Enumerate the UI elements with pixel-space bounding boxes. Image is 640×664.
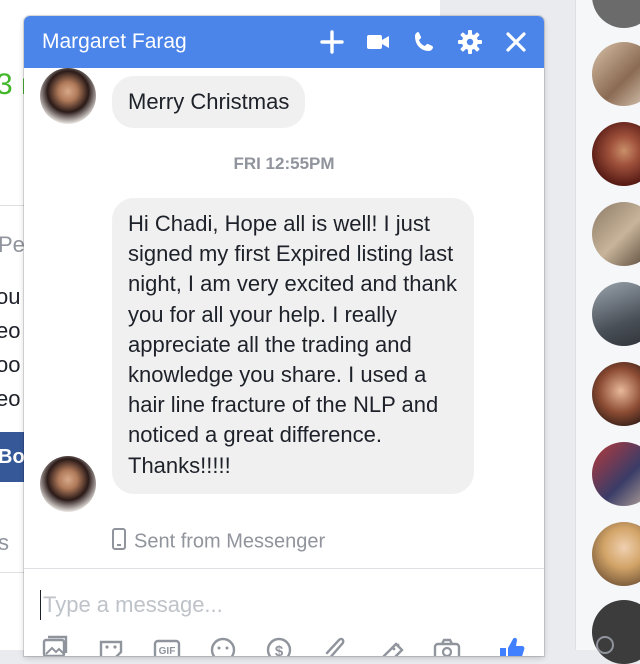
chat-title[interactable]: Margaret Farag xyxy=(42,30,187,54)
video-camera-icon[interactable] xyxy=(364,28,392,56)
message-timestamp: FRI 12:55PM xyxy=(233,154,335,173)
message-bubble: Hi Chadi, Hope all is well! I just signe… xyxy=(112,198,474,494)
plus-icon[interactable] xyxy=(318,28,346,56)
camera-icon[interactable] xyxy=(432,632,462,656)
game-icon[interactable] xyxy=(376,632,406,656)
like-icon[interactable] xyxy=(496,632,526,656)
chat-header: Margaret Farag xyxy=(24,16,544,68)
background-text-fragment: s xyxy=(0,530,9,555)
svg-text:GIF: GIF xyxy=(159,646,176,656)
background-button-label: Bo xyxy=(0,446,25,468)
mobile-phone-icon xyxy=(112,528,126,556)
background-text-line: ou xyxy=(0,284,21,309)
contacts-sidebar xyxy=(575,0,640,664)
background-text-line: oo xyxy=(0,352,21,377)
composer-divider xyxy=(24,568,544,569)
phone-icon[interactable] xyxy=(410,28,438,56)
contact-avatar[interactable] xyxy=(592,600,640,664)
chat-window: Margaret Farag Merry Christmas FRI 12:55… xyxy=(24,16,544,656)
contact-avatar[interactable] xyxy=(592,282,640,346)
sender-avatar[interactable] xyxy=(40,456,96,512)
search-icon[interactable] xyxy=(596,636,614,654)
photo-icon[interactable] xyxy=(40,632,70,656)
emoji-icon[interactable] xyxy=(208,632,238,656)
contact-avatar[interactable] xyxy=(592,362,640,426)
sticker-icon[interactable] xyxy=(96,632,126,656)
contact-avatar[interactable] xyxy=(592,202,640,266)
background-heading-fragment: Pe xyxy=(0,232,25,257)
sent-from-text: Sent from Messenger xyxy=(134,530,326,553)
contact-avatar[interactable] xyxy=(592,522,640,586)
gif-icon[interactable]: GIF xyxy=(152,632,182,656)
attachment-icon[interactable] xyxy=(320,632,350,656)
background-text-line: eo xyxy=(0,386,21,411)
message-bubble: Merry Christmas xyxy=(112,76,306,128)
background-text-line: eo xyxy=(0,318,21,343)
sent-from-label: Sent from Messenger xyxy=(112,528,325,556)
close-icon[interactable] xyxy=(502,28,530,56)
sender-avatar[interactable] xyxy=(40,68,96,124)
payment-icon[interactable]: $ xyxy=(264,632,294,656)
message-input[interactable] xyxy=(40,590,443,620)
gear-icon[interactable] xyxy=(456,28,484,56)
contact-avatar[interactable] xyxy=(592,442,640,506)
contact-avatar[interactable] xyxy=(592,42,640,106)
contact-avatar[interactable] xyxy=(592,0,640,28)
contact-avatar[interactable] xyxy=(592,122,640,186)
